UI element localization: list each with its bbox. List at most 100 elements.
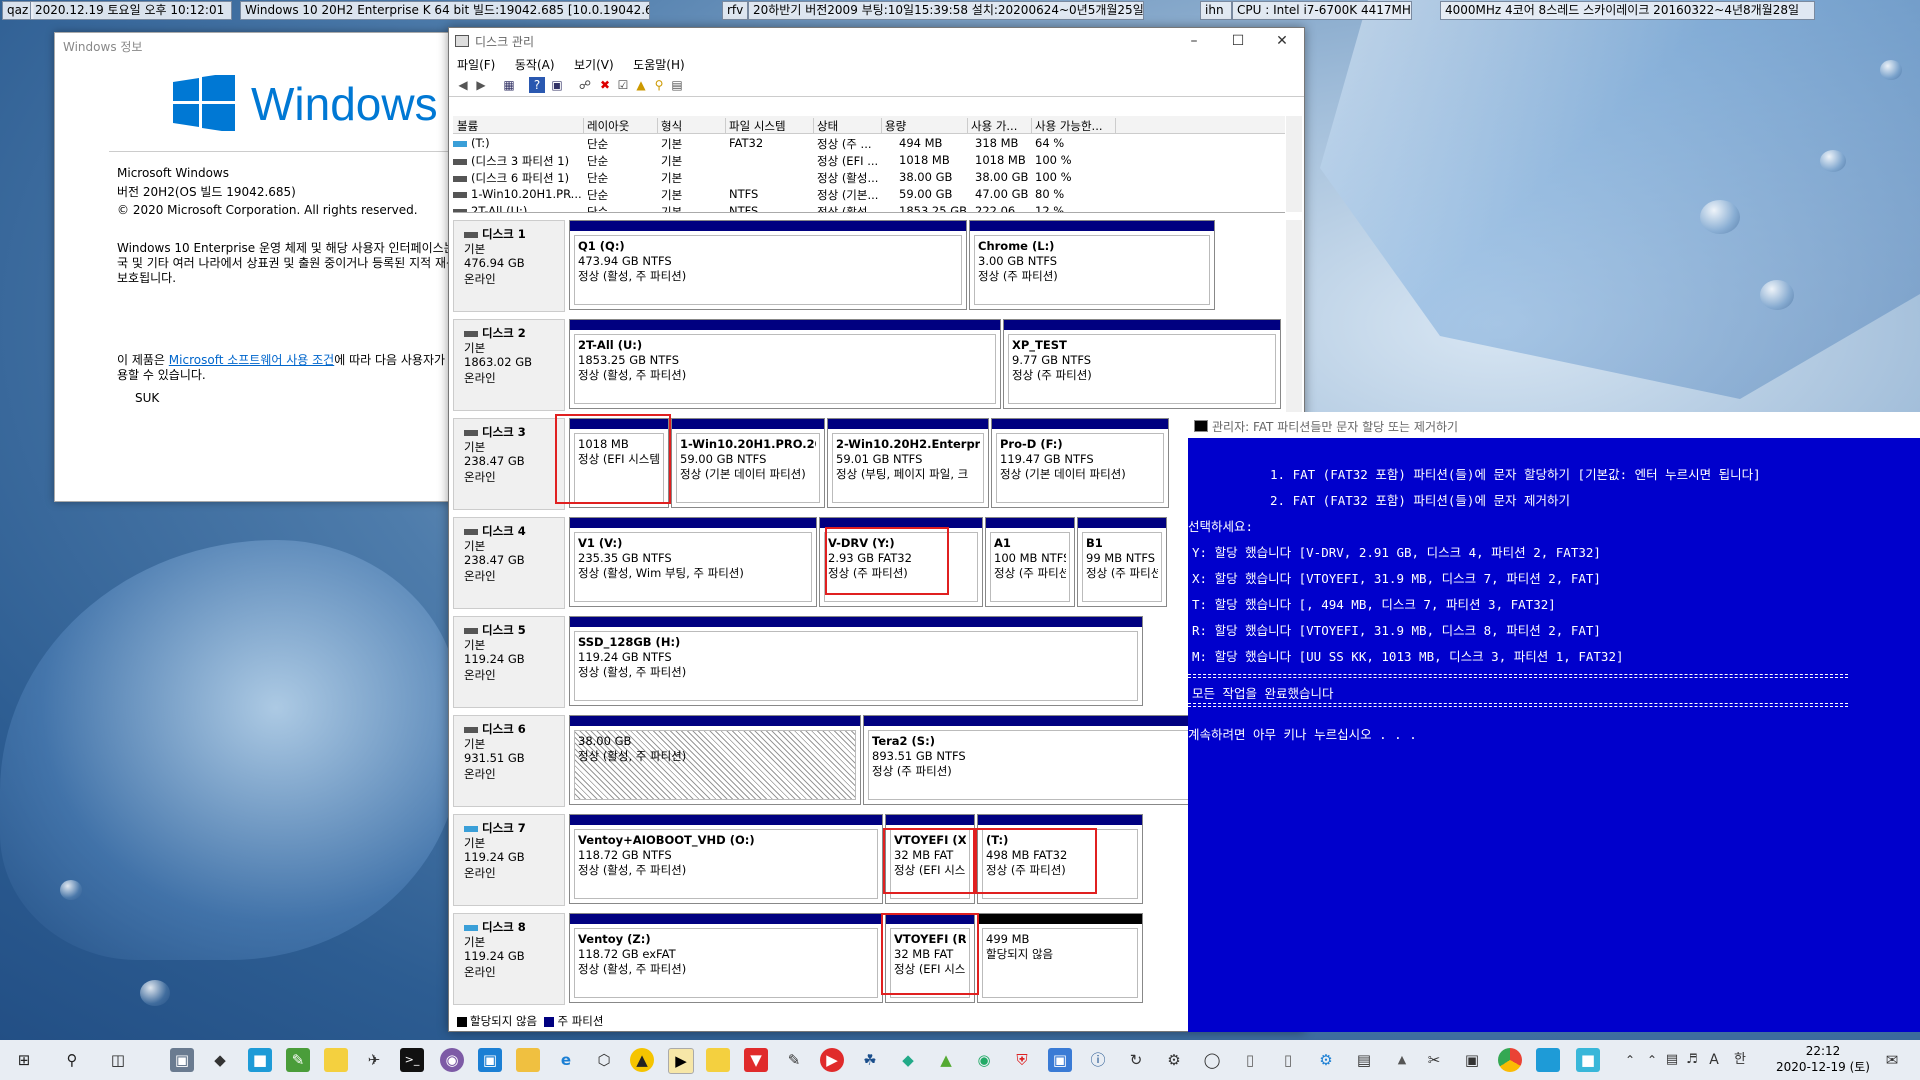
app-icon[interactable]: ◉ (972, 1048, 996, 1072)
column-header[interactable]: 상태 (813, 118, 882, 133)
menu-file[interactable]: 파일(F) (449, 54, 503, 75)
app-icon[interactable]: ▤ (1352, 1048, 1376, 1072)
app-icon[interactable]: ▣ (1460, 1048, 1484, 1072)
volume-row[interactable]: 1-Win10.20H1.PR... 단순 기본 NTFS 정상 (기본... … (453, 185, 1285, 202)
app-icon[interactable]: ⚙ (1314, 1048, 1338, 1072)
app-icon[interactable]: ◆ (896, 1048, 920, 1072)
list-icon[interactable]: ▤ (669, 77, 685, 93)
disk-label[interactable]: 디스크 1 기본 476.94 GB 온라인 (453, 220, 565, 312)
close-button[interactable]: ✕ (1260, 28, 1304, 54)
connect-icon[interactable]: ☍ (577, 77, 593, 93)
media-icon[interactable]: ◉ (440, 1048, 464, 1072)
app-icon[interactable]: ▣ (478, 1048, 502, 1072)
partition[interactable]: SSD_128GB (H:) 119.24 GB NTFS 정상 (활성, 주 파티… (569, 616, 1143, 706)
license-terms-link[interactable]: Microsoft 소프트웨어 사용 조건 (169, 353, 334, 367)
partition[interactable]: A1 100 MB NTFS 정상 (주 파티션) (985, 517, 1075, 607)
minimize-button[interactable]: – (1172, 28, 1216, 54)
partition[interactable]: Q1 (Q:) 473.94 GB NTFS 정상 (활성, 주 파티션) (569, 220, 967, 310)
app-icon[interactable]: ◯ (1200, 1048, 1224, 1072)
search-icon[interactable]: ⚲ (60, 1048, 84, 1072)
column-header[interactable]: 형식 (657, 118, 726, 133)
chrome-icon[interactable] (1498, 1048, 1522, 1072)
app-icon[interactable] (1536, 1048, 1560, 1072)
unallocated-space[interactable]: 499 MB 할당되지 않음 (977, 913, 1143, 1003)
disk-label[interactable]: 디스크 7 기본 119.24 GB 온라인 (453, 814, 565, 906)
app-icon[interactable]: ✎ (286, 1048, 310, 1072)
folder-icon[interactable]: ▲ (633, 77, 649, 93)
start-button-icon[interactable]: ⊞ (12, 1048, 36, 1072)
app-icon[interactable]: ▶ (820, 1048, 844, 1072)
app-icon[interactable]: ⚙ (1162, 1048, 1186, 1072)
volume-row[interactable]: (디스크 6 파티션 1) 단순 기본 정상 (활성... 38.00 GB 3… (453, 168, 1285, 185)
app-icon[interactable]: ■ (1576, 1048, 1600, 1072)
partition[interactable]: 2-Win10.20H2.Enterprise.59.01 GB NTFS정상 … (827, 418, 989, 508)
app-icon[interactable] (706, 1048, 730, 1072)
app-icon[interactable]: ▼ (744, 1048, 768, 1072)
partition[interactable]: XP_TEST 9.77 GB NTFS 정상 (주 파티션) (1003, 319, 1281, 409)
clock[interactable]: 22:12 2020-12-19 (토) (1776, 1043, 1870, 1075)
info-icon[interactable]: ⓘ (1086, 1048, 1110, 1072)
partition[interactable]: Ventoy (Z:) 118.72 GB exFAT 정상 (활성, 주 파티션) (569, 913, 883, 1003)
sticky-notes-icon[interactable] (324, 1048, 348, 1072)
ime-hangul[interactable]: 한 (1728, 1048, 1752, 1072)
app-icon[interactable]: ▣ (1048, 1048, 1072, 1072)
app-icon[interactable]: ▯ (1276, 1048, 1300, 1072)
task-view-icon[interactable]: ◫ (106, 1048, 130, 1072)
help-icon[interactable]: ? (529, 77, 545, 93)
app-icon[interactable]: ✈ (362, 1048, 386, 1072)
disk-label[interactable]: 디스크 2 기본 1863.02 GB 온라인 (453, 319, 565, 411)
refresh-icon[interactable]: ↻ (1124, 1048, 1148, 1072)
internet-explorer-icon[interactable]: e (554, 1048, 578, 1072)
shield-icon[interactable]: ⛨ (1010, 1048, 1034, 1072)
partition[interactable]: 1-Win10.20H1.PRO.2011259.00 GB NTFS정상 (기… (671, 418, 825, 508)
app-icon[interactable]: ▲ (630, 1048, 654, 1072)
column-header[interactable]: 볼륨 (453, 118, 584, 133)
disk-label[interactable]: 디스크 6 기본 931.51 GB 온라인 (453, 715, 565, 807)
app-icon[interactable]: ▣ (170, 1048, 194, 1072)
volume-row[interactable]: 2T-All (U:) 단순 기본 NTFS 정상 (활성... 1853.25… (453, 202, 1285, 212)
app-icon[interactable]: ▲ (934, 1048, 958, 1072)
partition[interactable]: 38.00 GB 정상 (활성, 주 파티션) (569, 715, 861, 805)
search-icon[interactable]: ⚲ (651, 77, 667, 93)
menu-help[interactable]: 도움말(H) (625, 54, 693, 75)
app-icon[interactable]: ☘ (858, 1048, 882, 1072)
column-header[interactable]: 레이아웃 (583, 118, 658, 133)
partition[interactable]: V1 (V:) 235.35 GB NTFS 정상 (활성, Wim 부팅, 주 파… (569, 517, 817, 607)
app-icon[interactable]: ▯ (1238, 1048, 1262, 1072)
properties-icon[interactable]: ▦ (501, 77, 517, 93)
disk-label[interactable]: 디스크 4 기본 238.47 GB 온라인 (453, 517, 565, 609)
disk-label[interactable]: 디스크 3 기본 238.47 GB 온라인 (453, 418, 565, 510)
volume-row[interactable]: (T:) 단순 기본 FAT32 정상 (주 ... 494 MB 318 MB… (453, 134, 1285, 151)
column-header[interactable]: 사용 가능한... (1031, 118, 1116, 133)
app-icon[interactable]: ■ (248, 1048, 272, 1072)
tray-chevron-icon[interactable]: ⌃ (1618, 1048, 1642, 1072)
chevron-icon[interactable]: ▲ (1390, 1048, 1414, 1072)
app-icon[interactable]: ✎ (782, 1048, 806, 1072)
file-explorer-icon[interactable] (516, 1048, 540, 1072)
app-icon[interactable]: ▶ (668, 1048, 694, 1074)
scissors-icon[interactable]: ✂ (1422, 1048, 1446, 1072)
app-icon[interactable]: ⬡ (592, 1048, 616, 1072)
disk-label[interactable]: 디스크 8 기본 119.24 GB 온라인 (453, 913, 565, 1005)
delete-icon[interactable]: ✖ (597, 77, 613, 93)
notification-icon[interactable]: ✉ (1880, 1048, 1904, 1072)
back-icon[interactable]: ◀ (455, 77, 471, 93)
volume-list-scrollbar[interactable] (1286, 116, 1302, 212)
view-icon[interactable]: ▣ (549, 77, 565, 93)
partition[interactable]: B1 99 MB NTFS 정상 (주 파티션) (1077, 517, 1167, 607)
menu-action[interactable]: 동작(A) (507, 54, 563, 75)
volume-row[interactable]: (디스크 3 파티션 1) 단순 기본 정상 (EFI ... 1018 MB … (453, 151, 1285, 168)
volume-icon[interactable]: ♬ (1680, 1048, 1704, 1072)
column-header[interactable]: 사용 가... (967, 118, 1032, 133)
ime-mode[interactable]: A (1702, 1048, 1726, 1072)
partition[interactable]: Ventoy+AIOBOOT_VHD (O:) 118.72 GB NTFS 정상 … (569, 814, 883, 904)
maximize-button[interactable]: ☐ (1216, 28, 1260, 54)
forward-icon[interactable]: ▶ (473, 77, 489, 93)
menu-view[interactable]: 보기(V) (566, 54, 622, 75)
partition[interactable]: Chrome (L:) 3.00 GB NTFS 정상 (주 파티션) (969, 220, 1215, 310)
column-header[interactable]: 파일 시스템 (725, 118, 814, 133)
cmd-icon[interactable]: >_ (400, 1048, 424, 1072)
partition[interactable]: Pro-D (F:) 119.47 GB NTFS 정상 (기본 데이터 파티션) (991, 418, 1169, 508)
app-icon[interactable]: ◆ (208, 1048, 232, 1072)
column-header[interactable]: 용량 (881, 118, 968, 133)
